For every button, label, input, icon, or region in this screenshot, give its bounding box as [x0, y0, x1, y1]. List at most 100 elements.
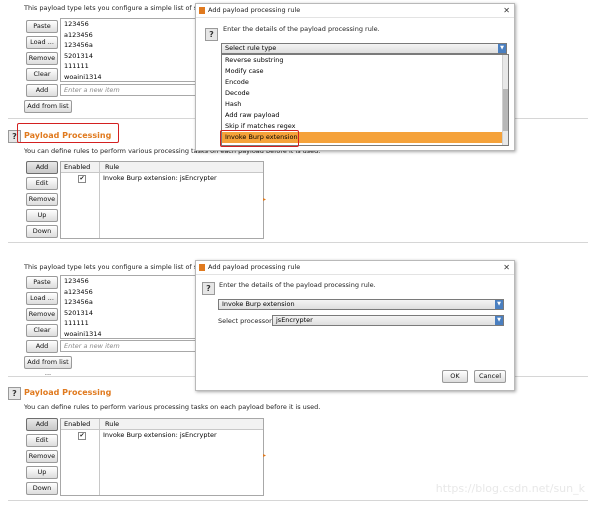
add-button[interactable]: Add	[26, 340, 58, 353]
rule-type-value: Select rule type	[225, 44, 277, 52]
table-header: Enabled Rule	[61, 419, 263, 430]
ok-button[interactable]: OK	[442, 370, 468, 383]
proc-remove-button[interactable]: Remove	[26, 450, 58, 463]
processor-value: jsEncrypter	[276, 316, 313, 324]
list-item[interactable]: a123456	[61, 30, 199, 41]
column-separator	[99, 419, 100, 495]
close-icon[interactable]: ✕	[503, 4, 510, 17]
remove-button[interactable]: Remove	[26, 308, 58, 321]
annotation-box	[17, 123, 119, 143]
option-encode[interactable]: Encode	[222, 77, 508, 88]
divider	[8, 242, 588, 243]
add-rule-dialog: Add payload processing rule ✕ ? Enter th…	[195, 260, 515, 391]
col-enabled-header[interactable]: Enabled	[64, 419, 90, 429]
section-title: Payload Processing	[24, 388, 112, 397]
help-icon[interactable]: ?	[8, 387, 21, 400]
rule-cell[interactable]: Invoke Burp extension: jsEncrypter	[103, 431, 217, 439]
proc-down-button[interactable]: Down	[26, 482, 58, 495]
remove-button[interactable]: Remove	[26, 52, 58, 65]
rule-type-select[interactable]: Select rule type ▼	[221, 43, 507, 54]
scrollbar-thumb[interactable]	[503, 89, 508, 131]
list-item[interactable]: woaini1314	[61, 72, 199, 81]
col-enabled-header[interactable]: Enabled	[64, 162, 90, 172]
rule-cell[interactable]: Invoke Burp extension: jsEncrypter	[103, 174, 217, 182]
payload-list[interactable]: 123456 a123456 123456a 5201314 111111 wo…	[60, 275, 200, 339]
proc-add-button[interactable]: Add	[26, 161, 58, 174]
new-item-input[interactable]: Enter a new item	[60, 84, 199, 96]
payload-description: This payload type lets you configure a s…	[24, 4, 216, 12]
add-rule-dialog: Add payload processing rule ✕ ? Enter th…	[195, 3, 515, 151]
list-item[interactable]: woaini1314	[61, 329, 199, 338]
clear-button[interactable]: Clear	[26, 68, 58, 81]
chevron-down-icon: ▼	[495, 300, 503, 309]
proc-edit-button[interactable]: Edit	[26, 177, 58, 190]
rule-type-select[interactable]: Invoke Burp extension ▼	[218, 299, 504, 310]
paste-button[interactable]: Paste	[26, 20, 58, 33]
load-button[interactable]: Load ...	[26, 292, 58, 305]
help-icon[interactable]: ?	[202, 282, 215, 295]
list-item[interactable]: 5201314	[61, 51, 199, 62]
proc-up-button[interactable]: Up	[26, 466, 58, 479]
paste-button[interactable]: Paste	[26, 276, 58, 289]
expand-arrow-icon: ▸	[263, 196, 267, 203]
add-button[interactable]: Add	[26, 84, 58, 97]
option-reverse-substring[interactable]: Reverse substring	[222, 55, 508, 66]
rules-table[interactable]: Enabled Rule ✔ Invoke Burp extension: js…	[60, 161, 264, 239]
options-scrollbar[interactable]	[502, 55, 508, 145]
annotation-box	[220, 130, 299, 147]
dialog-title: Add payload processing rule	[208, 263, 301, 271]
proc-add-button[interactable]: Add	[26, 418, 58, 431]
option-decode[interactable]: Decode	[222, 88, 508, 99]
dialog-titlebar: Add payload processing rule ✕	[196, 261, 514, 275]
cancel-button[interactable]: Cancel	[474, 370, 506, 383]
proc-edit-button[interactable]: Edit	[26, 434, 58, 447]
list-item[interactable]: 123456a	[61, 297, 199, 308]
add-from-list-button[interactable]: Add from list ...	[24, 100, 72, 121]
option-modify-case[interactable]: Modify case	[222, 66, 508, 77]
list-item[interactable]: a123456	[61, 287, 199, 298]
proc-down-button[interactable]: Down	[26, 225, 58, 238]
processor-select[interactable]: jsEncrypter ▼	[272, 315, 504, 326]
processor-label: Select processor:	[218, 317, 274, 325]
separator	[0, 245, 593, 258]
burp-logo-icon	[199, 7, 205, 14]
close-icon[interactable]: ✕	[503, 261, 510, 274]
dialog-prompt: Enter the details of the payload process…	[223, 25, 380, 33]
load-button[interactable]: Load ...	[26, 36, 58, 49]
clear-button[interactable]: Clear	[26, 324, 58, 337]
dialog-prompt: Enter the details of the payload process…	[219, 281, 376, 289]
section-description: You can define rules to perform various …	[24, 403, 321, 411]
top-panel: This payload type lets you configure a s…	[0, 0, 593, 245]
divider	[8, 500, 588, 501]
expand-arrow-icon: ▸	[263, 452, 267, 459]
list-item[interactable]: 5201314	[61, 308, 199, 319]
new-item-input[interactable]: Enter a new item	[60, 340, 199, 352]
list-item[interactable]: 123456	[61, 19, 199, 30]
list-item[interactable]: 123456	[61, 276, 199, 287]
add-from-list-button[interactable]: Add from list ...	[24, 356, 72, 377]
dialog-titlebar: Add payload processing rule ✕	[196, 4, 514, 18]
chevron-down-icon: ▼	[498, 44, 506, 53]
enabled-checkbox[interactable]: ✔	[78, 175, 86, 183]
payload-description: This payload type lets you configure a s…	[24, 263, 216, 271]
dialog-title: Add payload processing rule	[208, 6, 301, 14]
bottom-panel: This payload type lets you configure a s…	[0, 258, 593, 507]
option-hash[interactable]: Hash	[222, 99, 508, 110]
col-rule-header[interactable]: Rule	[105, 419, 119, 429]
list-item[interactable]: 123456a	[61, 40, 199, 51]
list-item[interactable]: 111111	[61, 61, 199, 72]
col-rule-header[interactable]: Rule	[105, 162, 119, 172]
proc-up-button[interactable]: Up	[26, 209, 58, 222]
payload-list[interactable]: 123456 a123456 123456a 5201314 111111 wo…	[60, 18, 200, 82]
rules-table[interactable]: Enabled Rule ✔ Invoke Burp extension: js…	[60, 418, 264, 496]
enabled-checkbox[interactable]: ✔	[78, 432, 86, 440]
table-header: Enabled Rule	[61, 162, 263, 173]
help-icon[interactable]: ?	[205, 28, 218, 41]
option-add-raw-payload[interactable]: Add raw payload	[222, 110, 508, 121]
watermark: https://blog.csdn.net/sun_k	[435, 482, 585, 495]
list-item[interactable]: 111111	[61, 318, 199, 329]
proc-remove-button[interactable]: Remove	[26, 193, 58, 206]
column-separator	[99, 162, 100, 238]
burp-logo-icon	[199, 264, 205, 271]
rule-type-value: Invoke Burp extension	[222, 300, 295, 308]
